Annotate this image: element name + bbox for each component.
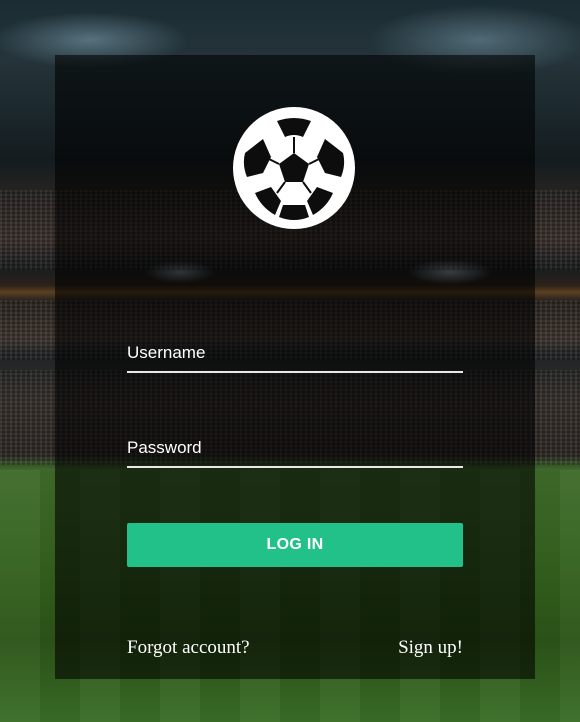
soccer-ball-icon <box>233 107 355 229</box>
sign-up-link[interactable]: Sign up! <box>398 637 463 659</box>
forgot-account-link[interactable]: Forgot account? <box>127 637 250 659</box>
login-panel: Username Password LOG IN Forgot account?… <box>55 55 535 679</box>
password-input[interactable] <box>127 434 463 468</box>
login-button[interactable]: LOG IN <box>127 523 463 567</box>
username-input[interactable] <box>127 339 463 373</box>
